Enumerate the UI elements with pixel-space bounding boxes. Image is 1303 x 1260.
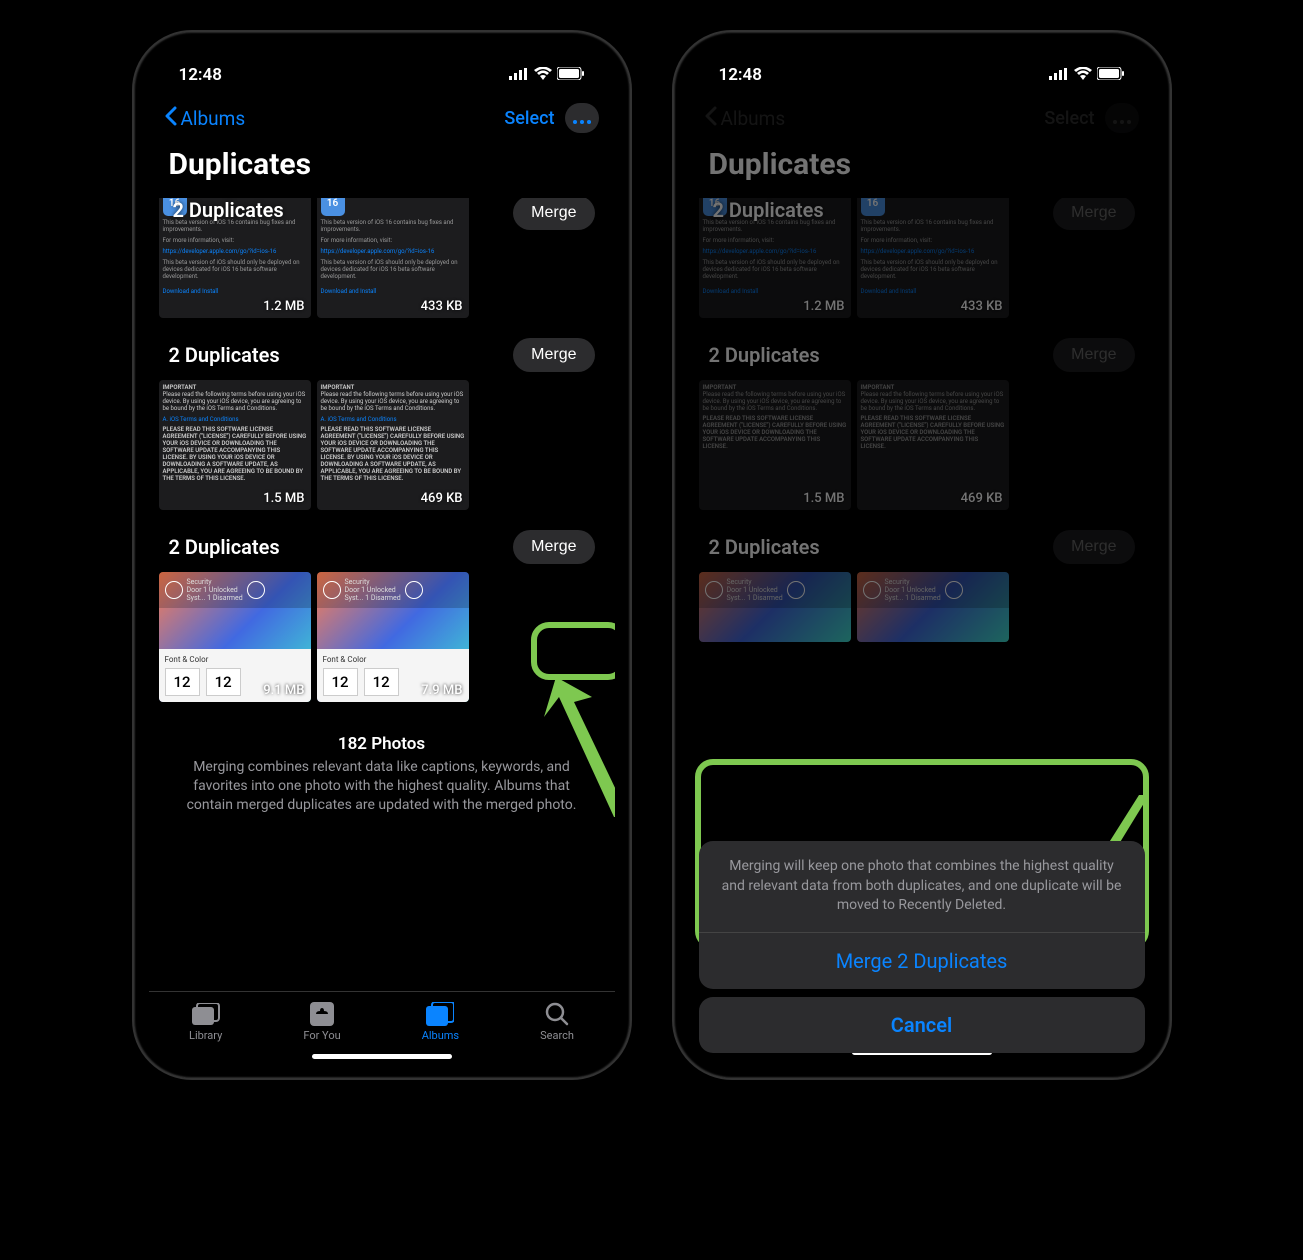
back-button: Albums xyxy=(705,106,786,131)
group-label: 2 Duplicates xyxy=(709,535,820,559)
status-time: 12:48 xyxy=(719,65,762,85)
tab-label: For You xyxy=(303,1029,340,1042)
footer: 182 Photos Merging combines relevant dat… xyxy=(159,722,605,815)
tab-label: Search xyxy=(540,1029,574,1042)
nav-bar: Albums Select xyxy=(689,93,1155,143)
screen: 12:48 Albums Select xyxy=(689,47,1155,1063)
chevron-left-icon xyxy=(705,106,717,131)
back-label: Albums xyxy=(721,107,786,130)
thumbnail[interactable]: IMPORTANT Please read the following term… xyxy=(159,380,311,510)
notch xyxy=(307,47,457,81)
file-size: 469 KB xyxy=(421,491,463,506)
thumbnail: SecurityDoor 1 UnlockedSyst... 1 Disarme… xyxy=(699,572,851,642)
thumbnail[interactable]: SecurityDoor 1 UnlockedSyst... 1 Disarme… xyxy=(159,572,311,702)
footer-description: Merging combines relevant data like capt… xyxy=(183,758,581,815)
group-label: 2 Duplicates xyxy=(713,198,824,222)
status-icons xyxy=(1049,65,1125,85)
group-label: 2 Duplicates xyxy=(709,343,820,367)
file-size: 1.5 MB xyxy=(263,491,304,506)
phone-left: 12:48 Albums Select xyxy=(132,30,632,1080)
tab-bar: Library For You Albums Search xyxy=(149,991,615,1048)
search-icon xyxy=(542,1002,572,1026)
group-label: 2 Duplicates xyxy=(173,198,284,222)
nav-right: Select xyxy=(1044,103,1138,133)
thumbnail[interactable]: SecurityDoor 1 UnlockedSyst... 1 Disarme… xyxy=(317,572,469,702)
screen: 12:48 Albums Select xyxy=(149,47,615,1063)
status-time: 12:48 xyxy=(179,65,222,85)
more-button[interactable] xyxy=(565,103,599,133)
sheet-message: Merging will keep one photo that combine… xyxy=(699,841,1145,933)
foryou-icon xyxy=(307,1002,337,1026)
duplicate-group: 2 Duplicates 16 This beta version of iOS… xyxy=(699,198,1145,318)
tab-label: Library xyxy=(189,1029,222,1042)
file-size: 1.2 MB xyxy=(263,299,304,314)
cellular-icon xyxy=(509,65,529,85)
merge-button[interactable]: Merge xyxy=(513,198,594,230)
file-size: 469 KB xyxy=(961,491,1003,506)
albums-icon xyxy=(425,1002,455,1026)
file-size: 433 KB xyxy=(961,299,1003,314)
merge-button[interactable]: Merge xyxy=(513,530,594,564)
back-button[interactable]: Albums xyxy=(165,106,246,131)
nav-bar: Albums Select xyxy=(149,93,615,143)
thumbnail: 16 This beta version of iOS 16 contains … xyxy=(857,198,1009,318)
tab-library[interactable]: Library xyxy=(189,1002,222,1042)
page-title: Duplicates xyxy=(149,143,615,198)
action-sheet: Merging will keep one photo that combine… xyxy=(699,841,1145,1053)
page-title: Duplicates xyxy=(689,143,1155,198)
file-size: 1.5 MB xyxy=(803,491,844,506)
sheet-card: Merging will keep one photo that combine… xyxy=(699,841,1145,989)
merge-button: Merge xyxy=(1053,530,1134,564)
wifi-icon xyxy=(1074,65,1092,85)
file-size: 9.1 MB xyxy=(263,683,304,698)
group-label: 2 Duplicates xyxy=(169,535,280,559)
wifi-icon xyxy=(534,65,552,85)
back-label: Albums xyxy=(181,107,246,130)
thumbnail[interactable]: IMPORTANT Please read the following term… xyxy=(317,380,469,510)
battery-icon xyxy=(557,65,585,85)
battery-icon xyxy=(1097,65,1125,85)
tab-label: Albums xyxy=(422,1029,459,1042)
file-size: 7.9 MB xyxy=(421,683,462,698)
photo-count: 182 Photos xyxy=(183,734,581,754)
merge-button[interactable]: Merge xyxy=(513,338,594,372)
phone-right: 12:48 Albums Select xyxy=(672,30,1172,1080)
thumbnail: IMPORTANT Please read the following term… xyxy=(857,380,1009,510)
duplicate-group: 2 Duplicates Merge IMPORTANT Please read… xyxy=(699,338,1145,510)
nav-right: Select xyxy=(504,103,598,133)
merge-duplicates-button[interactable]: Merge 2 Duplicates xyxy=(699,933,1145,989)
thumbnail: IMPORTANT Please read the following term… xyxy=(699,380,851,510)
group-label: 2 Duplicates xyxy=(169,343,280,367)
cellular-icon xyxy=(1049,65,1069,85)
ellipsis-icon xyxy=(1113,109,1131,128)
select-button: Select xyxy=(1044,108,1094,129)
home-indicator[interactable] xyxy=(312,1054,452,1059)
more-button xyxy=(1105,103,1139,133)
notch xyxy=(847,47,997,81)
duplicate-group: 2 Duplicates Merge SecurityDoor 1 Unlock… xyxy=(159,530,605,702)
duplicate-group: 2 Duplicates 16 This beta version of iOS… xyxy=(159,198,605,318)
cancel-button[interactable]: Cancel xyxy=(699,997,1145,1053)
duplicate-group: 2 Duplicates Merge SecurityDoor 1 Unlock… xyxy=(699,530,1145,642)
thumbnail[interactable]: 16 This beta version of iOS 16 contains … xyxy=(317,198,469,318)
select-button[interactable]: Select xyxy=(504,108,554,129)
merge-button: Merge xyxy=(1053,338,1134,372)
library-icon xyxy=(191,1002,221,1026)
tab-foryou[interactable]: For You xyxy=(303,1002,340,1042)
tab-albums[interactable]: Albums xyxy=(422,1002,459,1042)
status-icons xyxy=(509,65,585,85)
merge-button: Merge xyxy=(1053,198,1134,230)
file-size: 1.2 MB xyxy=(803,299,844,314)
thumbnail: SecurityDoor 1 UnlockedSyst... 1 Disarme… xyxy=(857,572,1009,642)
duplicate-group: 2 Duplicates Merge IMPORTANT Please read… xyxy=(159,338,605,510)
chevron-left-icon xyxy=(165,106,177,131)
content[interactable]: 2 Duplicates 16 This beta version of iOS… xyxy=(149,198,615,991)
tab-search[interactable]: Search xyxy=(540,1002,574,1042)
file-size: 433 KB xyxy=(421,299,463,314)
ellipsis-icon xyxy=(573,109,591,128)
